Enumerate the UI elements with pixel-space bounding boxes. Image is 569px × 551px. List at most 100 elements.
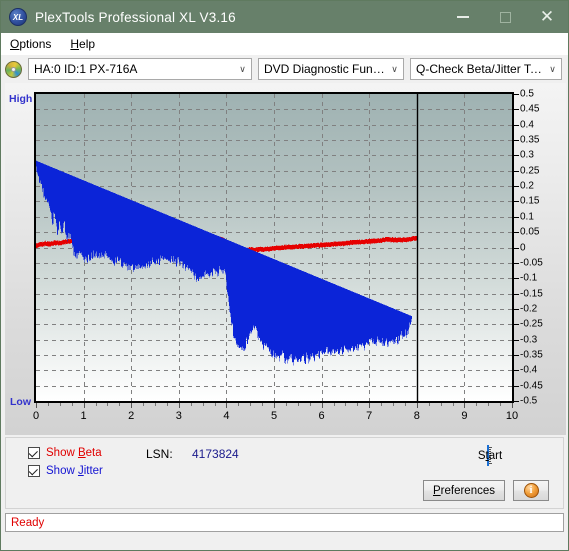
show-jitter-row[interactable]: Show Jitter <box>28 465 103 477</box>
check-icon <box>28 465 38 475</box>
x-tick-mark <box>417 403 418 408</box>
y-tick-label: 0.25 <box>520 165 540 177</box>
y-tick-label: 0.45 <box>520 103 540 115</box>
chevron-down-icon: ∨ <box>239 63 246 74</box>
y-tick-label: 0.35 <box>520 134 540 146</box>
test-select-value: Q-Check Beta/Jitter Test <box>416 62 544 76</box>
check-icon <box>28 447 38 457</box>
chart-panel: High Low 0.5 0.45 0.4 0.35 0.3 0.25 0.2 0.15 0.1… <box>1 83 568 550</box>
test-select[interactable]: Q-Check Beta/Jitter Test ∨ <box>410 58 562 80</box>
chart-svg <box>36 94 512 401</box>
minimize-icon <box>457 16 469 18</box>
y-tick-label: -0.45 <box>520 380 543 392</box>
y-tick-label: -0.4 <box>520 364 538 376</box>
y-tick-mark <box>514 248 519 249</box>
function-select-value: DVD Diagnostic Functions <box>264 62 386 76</box>
show-beta-row[interactable]: Show Beta <box>28 447 103 459</box>
y-tick-mark <box>514 370 519 371</box>
chevron-down-icon: ∨ <box>391 63 398 74</box>
x-tick-mark <box>131 403 132 408</box>
y-tick-label: 0.15 <box>520 195 540 207</box>
y-tick-label: 0.1 <box>520 211 534 223</box>
y-tick-mark <box>514 324 519 325</box>
x-minor-tick-mark <box>393 403 394 406</box>
app-logo-icon: XL <box>9 8 27 26</box>
info-button[interactable]: i <box>513 480 549 501</box>
y-tick-mark <box>514 278 519 279</box>
menu-bar: Options Help <box>1 33 568 55</box>
y-tick-mark <box>514 340 519 341</box>
start-button[interactable]: Start <box>478 445 502 466</box>
y-tick-label: -0.3 <box>520 334 538 346</box>
drive-select[interactable]: HA:0 ID:1 PX-716A ∨ <box>28 58 252 80</box>
close-button[interactable]: ✕ <box>526 1 568 33</box>
y-tick-label: 0 <box>520 242 526 253</box>
y-tick-mark <box>514 401 519 402</box>
x-minor-tick-mark <box>60 403 61 406</box>
lsn-label: LSN: <box>146 447 173 461</box>
y-tick-label: 0.5 <box>520 88 534 100</box>
y-axis-high-label: High <box>9 93 33 105</box>
chart-background: High Low 0.5 0.45 0.4 0.35 0.3 0.25 0.2 0.15 0.1… <box>5 83 566 435</box>
x-minor-tick-mark <box>345 403 346 406</box>
x-minor-tick-mark <box>72 403 73 406</box>
x-minor-tick-mark <box>476 403 477 406</box>
disc-icon <box>5 60 22 78</box>
y-tick-mark <box>514 140 519 141</box>
menu-item-help[interactable]: Help <box>68 35 104 53</box>
controls-panel: Show Beta Show Jitter LSN: 4173824 Start… <box>5 437 564 509</box>
menu-item-help-label: elp <box>79 36 96 51</box>
status-bar: Ready <box>5 513 564 532</box>
y-tick-mark <box>514 232 519 233</box>
y-tick-mark <box>514 109 519 110</box>
y-tick-mark <box>514 125 519 126</box>
x-minor-tick-mark <box>107 403 108 406</box>
y-tick-label: -0.1 <box>520 272 538 284</box>
preferences-button-label: Preferences <box>432 484 495 497</box>
x-tick-label: 0 <box>32 410 40 422</box>
x-minor-tick-mark <box>119 403 120 406</box>
plot-area <box>34 92 514 403</box>
x-minor-tick-mark <box>203 403 204 406</box>
y-tick-label: -0.25 <box>520 318 543 330</box>
y-axis-low-label: Low <box>10 396 31 408</box>
info-icon: i <box>523 483 539 498</box>
x-minor-tick-mark <box>167 403 168 406</box>
x-minor-tick-mark <box>48 403 49 406</box>
main-window: XL PlexTools Professional XL V3.16 ✕ Opt… <box>0 0 569 551</box>
minimize-button[interactable] <box>442 1 484 33</box>
y-tick-label: -0.15 <box>520 288 543 300</box>
y-tick-mark <box>514 355 519 356</box>
menu-item-options-label: ptions <box>19 36 52 51</box>
x-minor-tick-mark <box>441 403 442 406</box>
x-minor-tick-mark <box>96 403 97 406</box>
x-tick-mark <box>226 403 227 408</box>
x-minor-tick-mark <box>286 403 287 406</box>
show-jitter-checkbox[interactable] <box>28 465 40 477</box>
x-minor-tick-mark <box>429 403 430 406</box>
x-minor-tick-mark <box>405 403 406 406</box>
x-minor-tick-mark <box>262 403 263 406</box>
y-tick-mark <box>514 171 519 172</box>
series-toggle-group: Show Beta Show Jitter <box>28 447 103 477</box>
x-minor-tick-mark <box>191 403 192 406</box>
preferences-button[interactable]: Preferences <box>423 480 505 501</box>
x-minor-tick-mark <box>381 403 382 406</box>
menu-item-options[interactable]: Options <box>8 35 60 53</box>
x-tick-mark <box>369 403 370 408</box>
function-select[interactable]: DVD Diagnostic Functions ∨ <box>258 58 404 80</box>
window-controls: ✕ <box>442 1 568 33</box>
x-minor-tick-mark <box>453 403 454 406</box>
x-tick-label: 5 <box>270 410 278 422</box>
y-tick-label: 0.2 <box>520 180 534 192</box>
x-minor-tick-mark <box>488 403 489 406</box>
y-tick-mark <box>514 201 519 202</box>
maximize-button[interactable] <box>484 1 526 33</box>
x-tick-label: 10 <box>505 410 519 422</box>
x-tick-mark <box>322 403 323 408</box>
y-tick-mark <box>514 294 519 295</box>
show-beta-checkbox[interactable] <box>28 447 40 459</box>
y-tick-mark <box>514 155 519 156</box>
show-beta-label: Show Beta <box>46 447 102 459</box>
x-tick-label: 3 <box>175 410 182 422</box>
